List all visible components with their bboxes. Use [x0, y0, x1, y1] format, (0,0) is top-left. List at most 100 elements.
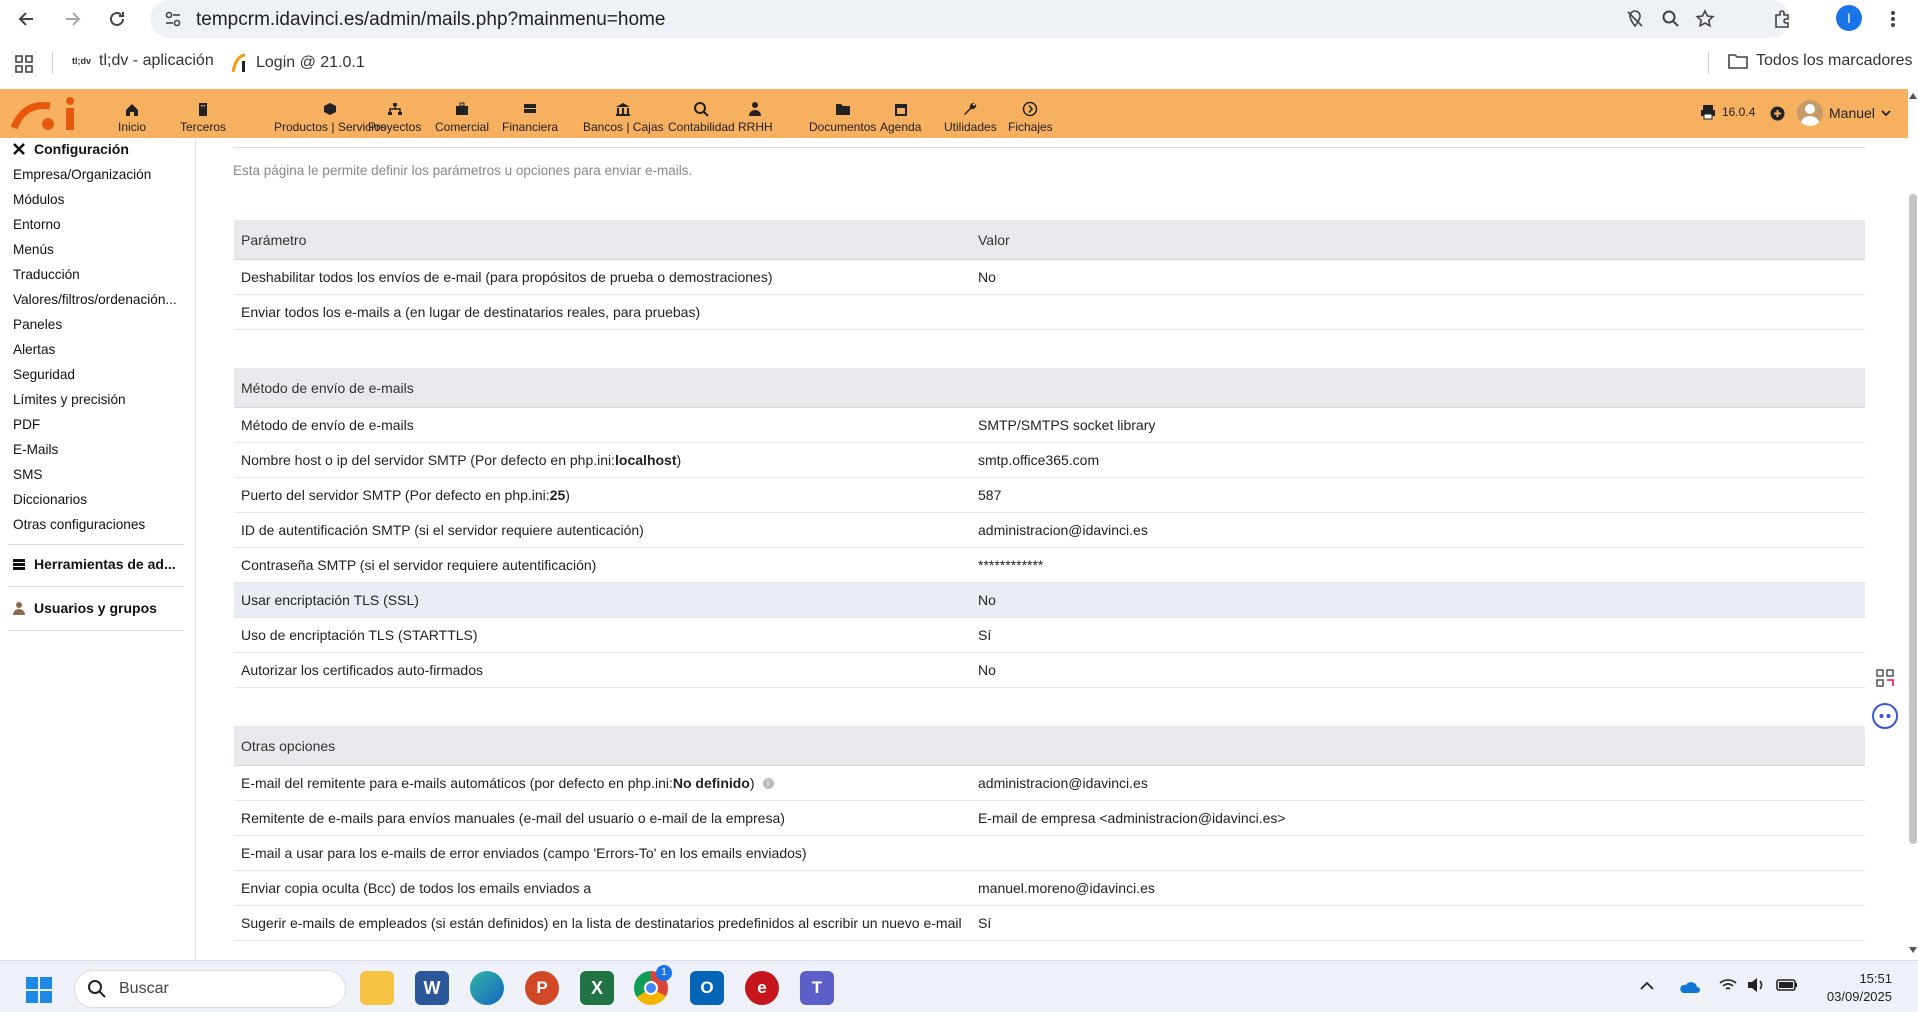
wifi-icon[interactable]	[1718, 977, 1738, 993]
excel-icon[interactable]: X	[580, 971, 614, 1005]
edge-icon[interactable]	[470, 971, 504, 1005]
sidebar-tools-label: Herramientas de ad...	[34, 556, 176, 572]
printer-icon[interactable]	[1700, 104, 1716, 120]
version-area[interactable]: 16.0.4	[1700, 104, 1755, 120]
value-cell: 587	[978, 487, 1002, 503]
sidebar-item[interactable]: Módulos	[13, 192, 183, 207]
main-content: Esta página le permite definir los parám…	[197, 138, 1908, 960]
menu-item-7[interactable]: Bancos | Cajas	[583, 89, 664, 138]
app-e-icon[interactable]: e	[745, 971, 779, 1005]
value-cell: Sí	[978, 915, 992, 931]
left-sidebar: Configuración Empresa/Organización Módulo…	[0, 138, 196, 960]
sidebar-users-header[interactable]: Usuarios y grupos	[12, 600, 157, 616]
menu-item-label: Agenda	[880, 120, 922, 134]
sidebar-item[interactable]: Menús	[13, 242, 183, 257]
param-cell: Remitente de e-mails para envíos manuale…	[241, 810, 785, 826]
sidebar-config-header[interactable]: Configuración	[12, 141, 129, 157]
url-text[interactable]: tempcrm.idavinci.es/admin/mails.php?main…	[196, 9, 665, 31]
user-menu[interactable]: Manuel	[1797, 100, 1891, 126]
bookmark-login[interactable]: Login @ 21.0.1	[230, 52, 365, 74]
assistant-widget-icon[interactable]	[1872, 703, 1898, 729]
menu-item-label: Fichajes	[1008, 120, 1053, 134]
menu-item-5[interactable]: Comercial	[435, 89, 489, 138]
menu-item-8[interactable]: Contabilidad	[668, 89, 735, 138]
battery-icon[interactable]	[1776, 977, 1798, 993]
bookmark-label: Login @ 21.0.1	[256, 54, 365, 71]
menu-item-4[interactable]: Proyectos	[368, 89, 421, 138]
apps-grid-icon[interactable]	[11, 51, 37, 77]
send-method-table: Método de envío de e-mails Método de env…	[234, 368, 1865, 688]
word-icon[interactable]: W	[415, 971, 449, 1005]
sidebar-item[interactable]: Traducción	[13, 267, 183, 282]
search-dollar-icon	[694, 102, 710, 117]
sidebar-item[interactable]: Límites y precisión	[13, 392, 183, 407]
menu-item-10[interactable]: Documentos	[809, 89, 876, 138]
extensions-icon[interactable]	[1769, 6, 1795, 32]
sidebar-item[interactable]: Diccionarios	[13, 492, 183, 507]
file-explorer-icon[interactable]	[360, 971, 394, 1005]
param-cell: Uso de encriptación TLS (STARTTLS)	[241, 627, 478, 643]
address-bar[interactable]: tempcrm.idavinci.es/admin/mails.php?main…	[150, 0, 1790, 38]
menu-item-1[interactable]: Inicio	[118, 89, 146, 138]
menu-item-label: Terceros	[180, 120, 227, 134]
version-label: 16.0.4	[1722, 105, 1756, 119]
forward-icon[interactable]	[59, 6, 85, 32]
qr-widget-icon[interactable]	[1875, 668, 1895, 688]
menu-item-6[interactable]: Financiera	[502, 89, 558, 138]
clock-icon	[1023, 101, 1038, 117]
info-icon[interactable]: i	[762, 777, 774, 789]
param-cell: Enviar todos los e-mails a (en lugar de …	[241, 304, 701, 320]
tray-chevron-up-icon[interactable]	[1640, 981, 1654, 991]
outlook-icon[interactable]: O	[690, 971, 724, 1005]
powerpoint-icon[interactable]: P	[525, 971, 559, 1005]
all-bookmarks[interactable]: Todos los marcadores	[1728, 52, 1913, 70]
sidebar-tools-header[interactable]: Herramientas de ad...	[12, 556, 176, 572]
location-off-icon[interactable]	[1622, 6, 1648, 32]
menu-item-9[interactable]: RRHH	[738, 89, 773, 138]
chrome-icon[interactable]: 1	[634, 965, 672, 1005]
param-text: )	[749, 775, 755, 791]
sidebar-item[interactable]: SMS	[13, 467, 183, 482]
profile-avatar[interactable]: I	[1836, 5, 1862, 31]
onedrive-icon[interactable]	[1678, 977, 1700, 995]
browser-menu-icon[interactable]	[1880, 6, 1906, 32]
menu-item-11[interactable]: Agenda	[880, 89, 921, 138]
scroll-down-icon[interactable]	[1909, 947, 1917, 953]
plus-circle-icon[interactable]	[1770, 106, 1785, 121]
clock[interactable]: 15:51 03/09/2025	[1800, 971, 1892, 1004]
sidebar-item[interactable]: Empresa/Organización	[13, 167, 183, 182]
sidebar-item[interactable]: Alertas	[13, 342, 183, 357]
menu-item-label: Bancos | Cajas	[583, 120, 664, 134]
table-row: Autorizar los certificados auto-firmados…	[234, 653, 1865, 688]
zoom-icon[interactable]	[1658, 6, 1684, 32]
search-icon	[88, 980, 106, 998]
sidebar-item[interactable]: Entorno	[13, 217, 183, 232]
back-icon[interactable]	[14, 6, 40, 32]
taskbar-search[interactable]: Buscar	[74, 970, 346, 1008]
calendar-icon	[894, 104, 907, 116]
menu-item-12[interactable]: Utilidades	[944, 89, 997, 138]
sidebar-item[interactable]: PDF	[13, 417, 183, 432]
param-default: 25	[549, 487, 566, 503]
sidebar-item[interactable]: Valores/filtros/ordenación...	[13, 292, 183, 307]
sidebar-item[interactable]: Paneles	[13, 317, 183, 332]
site-settings-icon[interactable]	[160, 6, 186, 32]
scroll-up-icon[interactable]	[1909, 93, 1917, 99]
section-title: Método de envío de e-mails	[241, 379, 414, 396]
reload-icon[interactable]	[104, 6, 130, 32]
bookmark-tldv[interactable]: tl;dv tl;dv - aplicación	[72, 52, 214, 70]
menu-item-2[interactable]: Terceros	[180, 89, 226, 138]
sidebar-item[interactable]: Seguridad	[13, 367, 183, 382]
bookmark-star-icon[interactable]	[1692, 6, 1718, 32]
page-scrollbar[interactable]	[1908, 89, 1918, 960]
teams-icon[interactable]: T	[800, 971, 834, 1005]
scroll-thumb[interactable]	[1909, 194, 1917, 844]
table-row: Nombre host o ip del servidor SMTP (Por …	[234, 443, 1865, 478]
app-logo-icon[interactable]	[10, 96, 80, 132]
volume-icon[interactable]	[1746, 977, 1766, 993]
sidebar-item[interactable]: E-Mails	[13, 442, 183, 457]
sidebar-item[interactable]: Otras configuraciones	[13, 517, 183, 532]
menu-item-13[interactable]: Fichajes	[1008, 89, 1053, 138]
windows-start-icon[interactable]	[26, 977, 52, 1003]
table-row: Uso de encriptación TLS (STARTTLS) Sí	[234, 618, 1865, 653]
